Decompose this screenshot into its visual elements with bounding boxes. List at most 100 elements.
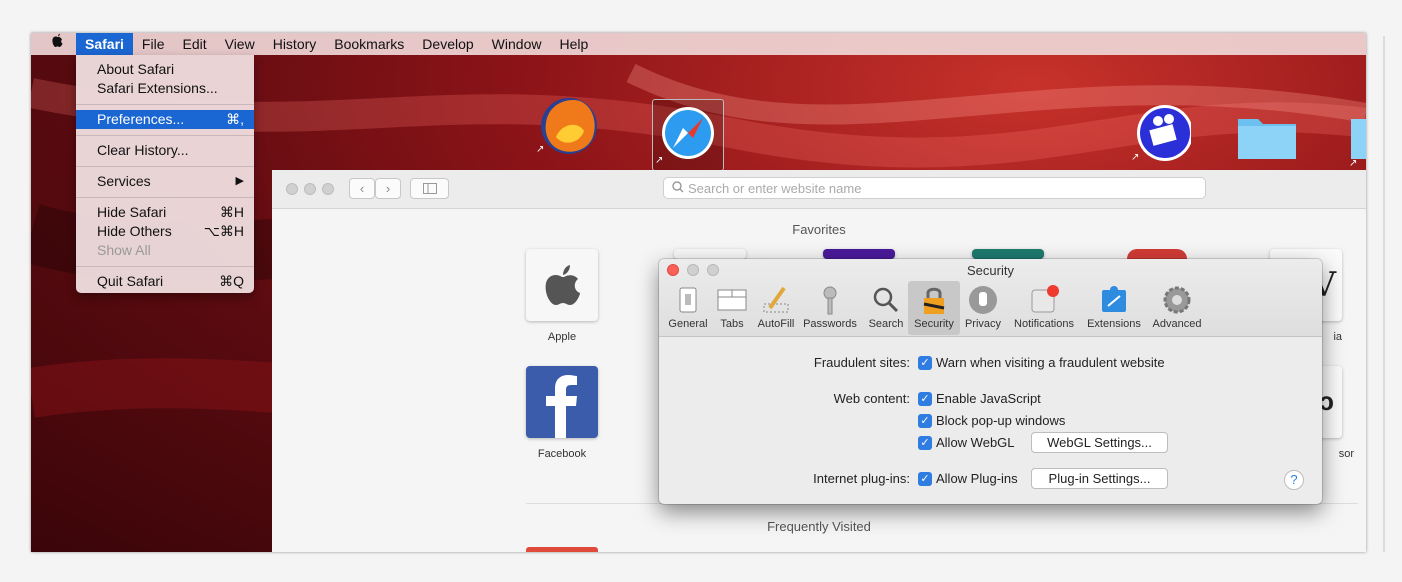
menu-shortcut: ⌘, [226, 111, 244, 127]
menu-edit[interactable]: Edit [173, 33, 215, 55]
allow-plugins-checkbox[interactable]: ✓ [918, 472, 932, 486]
menu-item-hide-safari[interactable]: Hide Safari ⌘H [76, 203, 254, 222]
menu-item-label: Show All [97, 242, 151, 258]
minimize-button[interactable] [304, 183, 316, 195]
favorite-tile-hidden[interactable] [823, 249, 895, 259]
menu-separator [76, 166, 254, 167]
enable-javascript-label: Enable JavaScript [936, 391, 1041, 406]
key-icon [823, 286, 837, 315]
tab-label: Security [914, 318, 954, 330]
tab-passwords[interactable]: Passwords [799, 281, 861, 335]
menu-item-services[interactable]: Services ▶ [76, 172, 254, 191]
favorite-apple[interactable] [526, 249, 598, 321]
enable-javascript-checkbox[interactable]: ✓ [918, 392, 932, 406]
tab-general[interactable]: General [663, 281, 713, 335]
facebook-logo-icon [546, 375, 577, 438]
tab-advanced[interactable]: Advanced [1147, 281, 1207, 335]
tab-label: Notifications [1014, 318, 1074, 330]
search-icon [873, 287, 899, 313]
firefox-icon[interactable]: ↗ [536, 93, 602, 159]
menu-shortcut: ⌥⌘H [203, 223, 244, 239]
tab-label: Search [868, 318, 904, 330]
favorite-tile-hidden[interactable] [674, 249, 746, 259]
favorite-tile-hidden[interactable] [1127, 249, 1187, 259]
menu-item-label: Preferences... [97, 111, 185, 127]
search-icon [672, 181, 684, 193]
notifications-icon [1031, 285, 1059, 313]
safari-app-icon[interactable]: ↗ [652, 99, 724, 171]
zoom-button[interactable] [322, 183, 334, 195]
alias-arrow-icon: ↗ [655, 155, 664, 166]
autofill-icon [763, 286, 789, 313]
menu-item-label: Safari Extensions... [97, 80, 218, 96]
menu-item-preferences[interactable]: Preferences... ⌘, [76, 110, 254, 129]
menu-item-label: About Safari [97, 61, 175, 77]
menu-develop[interactable]: Develop [413, 33, 482, 55]
menu-file[interactable]: File [133, 33, 174, 55]
folder-icon-partial[interactable]: ↗ [1349, 111, 1366, 169]
tabs-icon [717, 289, 747, 311]
tab-tabs[interactable]: Tabs [713, 281, 751, 335]
favorite-facebook[interactable] [526, 366, 598, 438]
close-button[interactable] [286, 183, 298, 195]
menu-item-label: Hide Others [97, 223, 172, 239]
menu-safari[interactable]: Safari [76, 33, 133, 55]
sidebar-button[interactable] [410, 178, 449, 199]
fraudulent-warning-label: Warn when visiting a fraudulent website [936, 355, 1165, 370]
video-app-icon[interactable]: ↗ [1131, 103, 1193, 165]
menu-separator [76, 135, 254, 136]
help-button[interactable]: ? [1284, 470, 1304, 490]
folder-icon[interactable] [1236, 111, 1298, 161]
menu-item-show-all: Show All [76, 241, 254, 260]
menu-shortcut: ⌘H [219, 204, 244, 220]
menu-item-label: Hide Safari [97, 204, 167, 220]
back-button[interactable]: ‹ [349, 178, 375, 199]
menu-item-label: Clear History... [97, 142, 189, 158]
tab-label: General [668, 318, 708, 330]
menu-history[interactable]: History [264, 33, 326, 55]
alias-arrow-icon: ↗ [1131, 152, 1140, 163]
preferences-toolbar: Security General Tabs AutoFill Passwords… [659, 259, 1322, 337]
menu-item-extensions[interactable]: Safari Extensions... [76, 79, 254, 98]
menu-separator [76, 266, 254, 267]
frequent-site-tile[interactable] [526, 547, 598, 552]
menu-bookmarks[interactable]: Bookmarks [325, 33, 413, 55]
tab-label: AutoFill [757, 318, 795, 330]
apple-menu-icon[interactable] [31, 33, 76, 55]
tab-notifications[interactable]: Notifications [1007, 281, 1081, 335]
allow-webgl-checkbox[interactable]: ✓ [918, 436, 932, 450]
apple-logo-icon [545, 265, 580, 305]
menu-window[interactable]: Window [483, 33, 551, 55]
menu-view[interactable]: View [216, 33, 264, 55]
plugin-settings-button[interactable]: Plug-in Settings... [1031, 468, 1168, 489]
alias-arrow-icon: ↗ [1349, 158, 1358, 169]
menu-item-hide-others[interactable]: Hide Others ⌥⌘H [76, 222, 254, 241]
tab-security[interactable]: Security [908, 281, 960, 335]
gear-icon [1163, 286, 1191, 314]
general-icon [679, 287, 697, 313]
tab-label: Extensions [1087, 318, 1141, 330]
block-popups-label: Block pop-up windows [936, 413, 1066, 428]
tab-autofill[interactable]: AutoFill [753, 281, 799, 335]
webgl-settings-button[interactable]: WebGL Settings... [1031, 432, 1168, 453]
menu-separator [76, 104, 254, 105]
tab-privacy[interactable]: Privacy [960, 281, 1006, 335]
preferences-window: Security General Tabs AutoFill Passwords… [659, 259, 1322, 504]
menu-bar: Safari File Edit View History Bookmarks … [31, 33, 1366, 55]
submenu-arrow-icon: ▶ [235, 175, 244, 187]
address-bar[interactable]: Search or enter website name [663, 177, 1206, 199]
favorites-title: Favorites [792, 222, 846, 237]
menu-help[interactable]: Help [550, 33, 597, 55]
fraudulent-warning-checkbox[interactable]: ✓ [918, 356, 932, 370]
hand-icon [969, 286, 997, 314]
menu-item-quit[interactable]: Quit Safari ⌘Q [76, 272, 254, 291]
tab-search[interactable]: Search [863, 281, 909, 335]
favorite-tile-hidden[interactable] [972, 249, 1044, 259]
menu-item-clear-history[interactable]: Clear History... [76, 141, 254, 160]
block-popups-checkbox[interactable]: ✓ [918, 414, 932, 428]
forward-button[interactable]: › [375, 178, 401, 199]
menu-separator [76, 197, 254, 198]
tab-extensions[interactable]: Extensions [1083, 281, 1145, 335]
menu-item-about[interactable]: About Safari [76, 60, 254, 79]
menu-item-label: Services [97, 173, 151, 189]
